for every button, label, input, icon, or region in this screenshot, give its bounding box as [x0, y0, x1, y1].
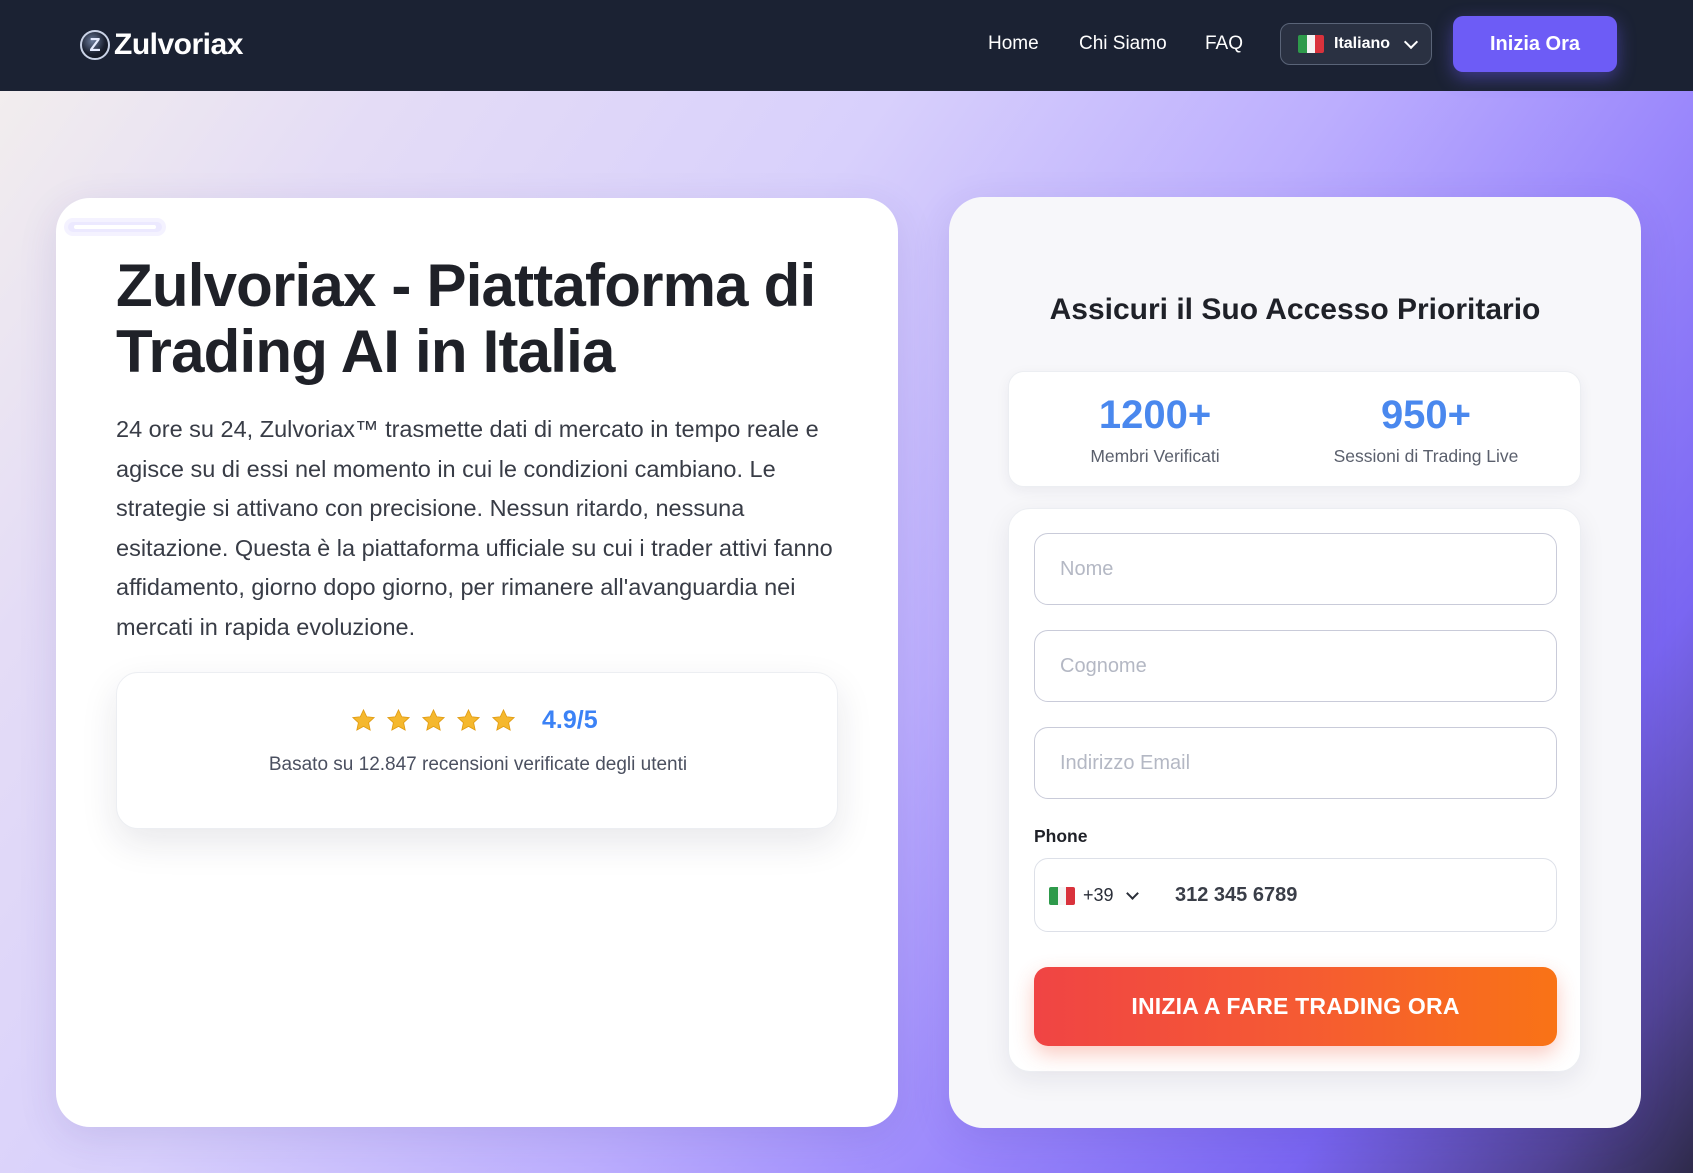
- stat-label: Membri Verificati: [1090, 446, 1220, 466]
- stat-live-sessions: 950+ Sessioni di Trading Live: [1306, 392, 1546, 467]
- email-input[interactable]: [1034, 727, 1557, 799]
- italy-flag-icon: [1298, 35, 1324, 53]
- nav-link-home[interactable]: Home: [988, 33, 1039, 55]
- first-name-input[interactable]: [1034, 533, 1557, 605]
- phone-field: +39: [1034, 858, 1557, 932]
- stats-panel: 1200+ Membri Verificati 950+ Sessioni di…: [1008, 371, 1581, 487]
- stat-label: Sessioni di Trading Live: [1333, 446, 1519, 466]
- rating-stars: [351, 708, 516, 733]
- start-trading-button[interactable]: INIZIA A FARE TRADING ORA: [1034, 967, 1557, 1046]
- start-now-button[interactable]: Inizia Ora: [1453, 16, 1617, 72]
- country-code-select[interactable]: +39: [1049, 885, 1139, 906]
- country-code: +39: [1083, 885, 1114, 905]
- stat-verified-members: 1200+ Membri Verificati: [1035, 392, 1275, 467]
- nav-link-chi-siamo[interactable]: Chi Siamo: [1079, 33, 1167, 55]
- phone-label: Phone: [1034, 826, 1088, 846]
- language-select[interactable]: Italiano: [1280, 23, 1432, 65]
- chevron-down-icon: [1125, 886, 1139, 900]
- italy-flag-icon: [1049, 886, 1075, 905]
- signup-form: Phone +39 INIZIA A FARE TRADING ORA: [1008, 508, 1581, 1072]
- brand-name: Zulvoriax: [114, 28, 243, 61]
- star-icon: [491, 708, 516, 731]
- chevron-down-icon: [1403, 34, 1419, 49]
- stat-value: 1200+: [1098, 393, 1212, 437]
- stat-value: 950+: [1380, 393, 1472, 437]
- hero-description: 24 ore su 24, Zulvoriax™ trasmette dati …: [116, 416, 833, 640]
- star-icon: [351, 708, 376, 731]
- form-title: Assicuri il Suo Accesso Prioritario: [1049, 293, 1541, 326]
- nav-link-faq[interactable]: FAQ: [1205, 33, 1243, 55]
- brand-logo-icon: Z: [80, 30, 110, 60]
- phone-input[interactable]: [1175, 871, 1535, 919]
- top-navbar: Z Zulvoriax Home Chi Siamo FAQ Italiano …: [0, 0, 1693, 91]
- decorative-pill: [64, 218, 166, 236]
- signup-card: Assicuri il Suo Accesso Prioritario 1200…: [949, 197, 1641, 1128]
- star-icon: [421, 708, 446, 731]
- rating-value: 4.9/5: [542, 706, 598, 734]
- star-icon: [456, 708, 481, 731]
- rating-card: 4.9/5 Basato su 12.847 recensioni verifi…: [116, 672, 838, 829]
- last-name-input[interactable]: [1034, 630, 1557, 702]
- rating-note: Basato su 12.847 recensioni verificate d…: [268, 754, 688, 775]
- page-title: Zulvoriax - Piattaforma di Trading AI in…: [116, 252, 816, 385]
- hero-card: Zulvoriax - Piattaforma di Trading AI in…: [56, 198, 898, 1127]
- brand-logo-link[interactable]: Z Zulvoriax: [80, 24, 243, 66]
- language-label: Italiano: [1334, 35, 1391, 52]
- star-icon: [386, 708, 411, 731]
